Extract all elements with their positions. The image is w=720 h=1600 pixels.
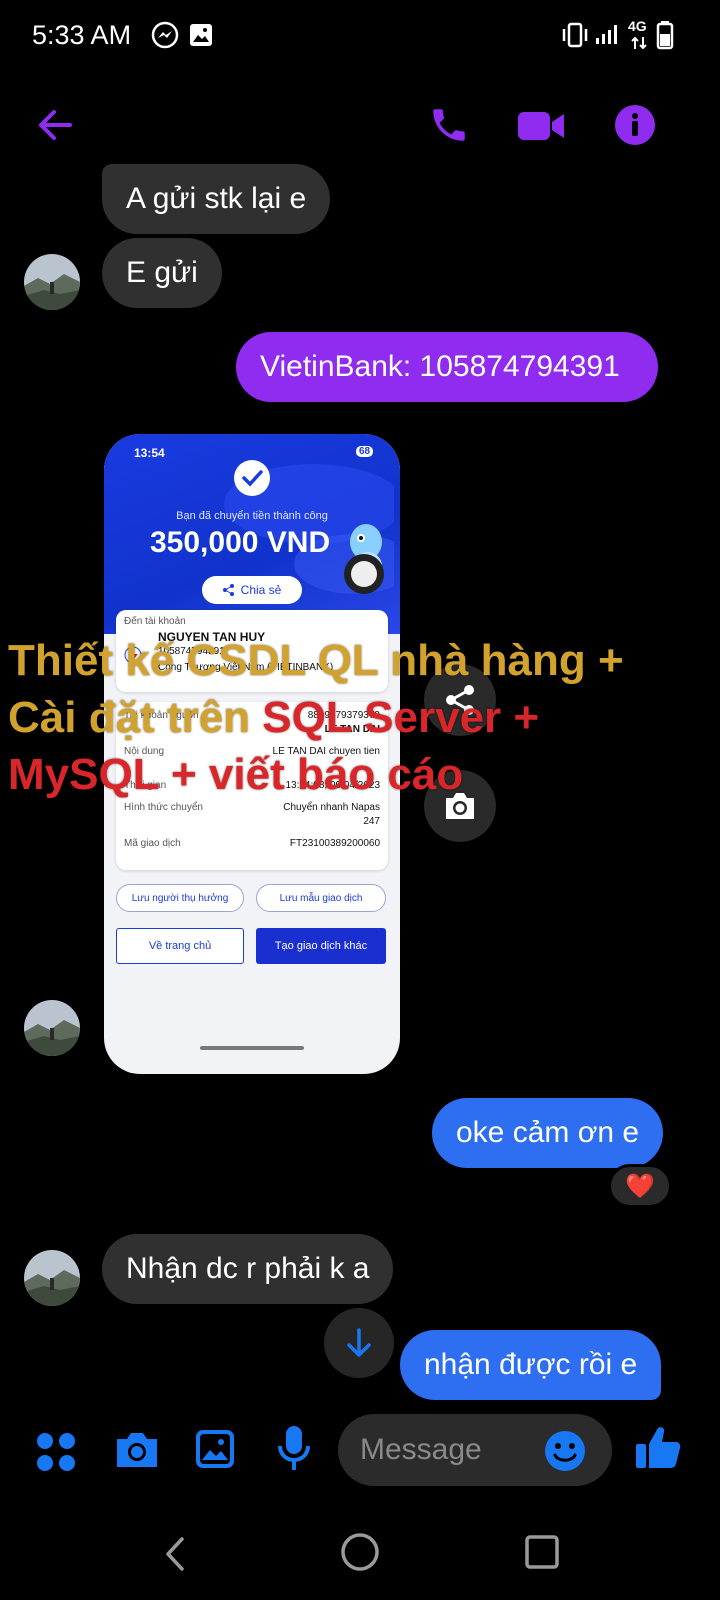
status-time: 5:33 AM xyxy=(32,20,132,50)
battery-icon xyxy=(656,21,674,50)
recents-icon[interactable] xyxy=(524,1534,560,1570)
data-arrows-icon xyxy=(631,36,647,50)
avatar[interactable] xyxy=(24,1250,80,1306)
status-bar: 5:33 AM 4G xyxy=(0,0,720,72)
heart-icon: ❤️ xyxy=(625,1172,655,1200)
receipt-save-template: Lưu mẫu giao dịch xyxy=(256,884,386,912)
avatar[interactable] xyxy=(24,1000,80,1056)
scroll-to-bottom-button[interactable] xyxy=(324,1308,394,1378)
arrow-left-icon[interactable] xyxy=(34,104,76,146)
back-icon[interactable] xyxy=(162,1536,188,1572)
video-camera-icon[interactable] xyxy=(516,108,566,144)
message-bubble-outgoing[interactable]: nhận được rồi e xyxy=(400,1330,662,1400)
overlay-title-line-1: Thiết kế CSDL QL nhà hàng + xyxy=(8,636,624,685)
share-icon xyxy=(222,584,234,596)
message-text: E gửi xyxy=(126,256,198,289)
camera-icon[interactable] xyxy=(114,1430,160,1470)
arrow-down-icon xyxy=(347,1328,371,1357)
message-text: nhận được rồi e xyxy=(424,1348,638,1381)
messenger-notification-icon xyxy=(151,21,179,49)
message-input[interactable] xyxy=(360,1414,540,1486)
receipt-new-transaction-button: Tạo giao dịch khác xyxy=(256,928,386,964)
receipt-status-time: 13:54 xyxy=(134,446,165,460)
home-icon[interactable] xyxy=(340,1532,380,1572)
receipt-battery: 68 xyxy=(356,446,374,457)
chat-header xyxy=(0,90,720,162)
receipt-amount: 350,000 VND xyxy=(150,526,331,559)
gallery-notification-icon xyxy=(190,24,212,46)
message-bubble-incoming[interactable]: Nhận dc r phải k a xyxy=(102,1234,394,1304)
signal-icon xyxy=(596,25,617,44)
apps-icon[interactable] xyxy=(36,1432,76,1472)
receipt-save-payee: Lưu người thụ hưởng xyxy=(116,884,244,912)
info-icon[interactable] xyxy=(614,104,656,146)
message-bubble-incoming[interactable]: A gửi stk lại e xyxy=(102,164,331,234)
overlay-title-line-2: Cài đặt trên SQL Server + xyxy=(8,693,540,742)
heart-reaction[interactable]: ❤️ xyxy=(608,1164,672,1208)
receipt-home-button: Về trang chủ xyxy=(116,928,244,964)
message-text: Nhận dc r phải k a xyxy=(126,1252,370,1285)
receipt-header: 13:54 68 Bạn đã chuyển tiền thành công 3… xyxy=(104,434,400,634)
gallery-icon[interactable] xyxy=(194,1428,236,1470)
assistive-touch-icon xyxy=(344,554,384,594)
vibrate-icon xyxy=(562,22,588,48)
receipt-share-button: Chia sẻ xyxy=(202,576,302,604)
receipt-home-indicator xyxy=(200,1046,304,1050)
message-bubble-outgoing[interactable]: oke cảm ơn e xyxy=(432,1098,664,1168)
message-bubble-incoming[interactable]: E gửi xyxy=(102,238,222,308)
message-text: VietinBank: 105874794391 xyxy=(260,350,620,383)
microphone-icon[interactable] xyxy=(276,1424,312,1472)
thumbs-up-icon[interactable] xyxy=(634,1424,682,1472)
network-type: 4G xyxy=(628,18,647,34)
message-bubble-outgoing[interactable]: VietinBank: 105874794391 xyxy=(236,332,658,402)
emoji-icon[interactable] xyxy=(544,1430,586,1472)
success-check-icon xyxy=(234,460,270,496)
message-composer xyxy=(0,1400,720,1500)
message-input-container[interactable] xyxy=(338,1414,612,1486)
overlay-title-line-3: MySQL + viết báo cáo xyxy=(8,750,464,799)
message-text: oke cảm ơn e xyxy=(456,1116,640,1149)
message-text: A gửi stk lại e xyxy=(126,182,307,215)
avatar[interactable] xyxy=(24,254,80,310)
phone-icon[interactable] xyxy=(428,104,470,146)
system-navigation-bar xyxy=(0,1500,720,1600)
